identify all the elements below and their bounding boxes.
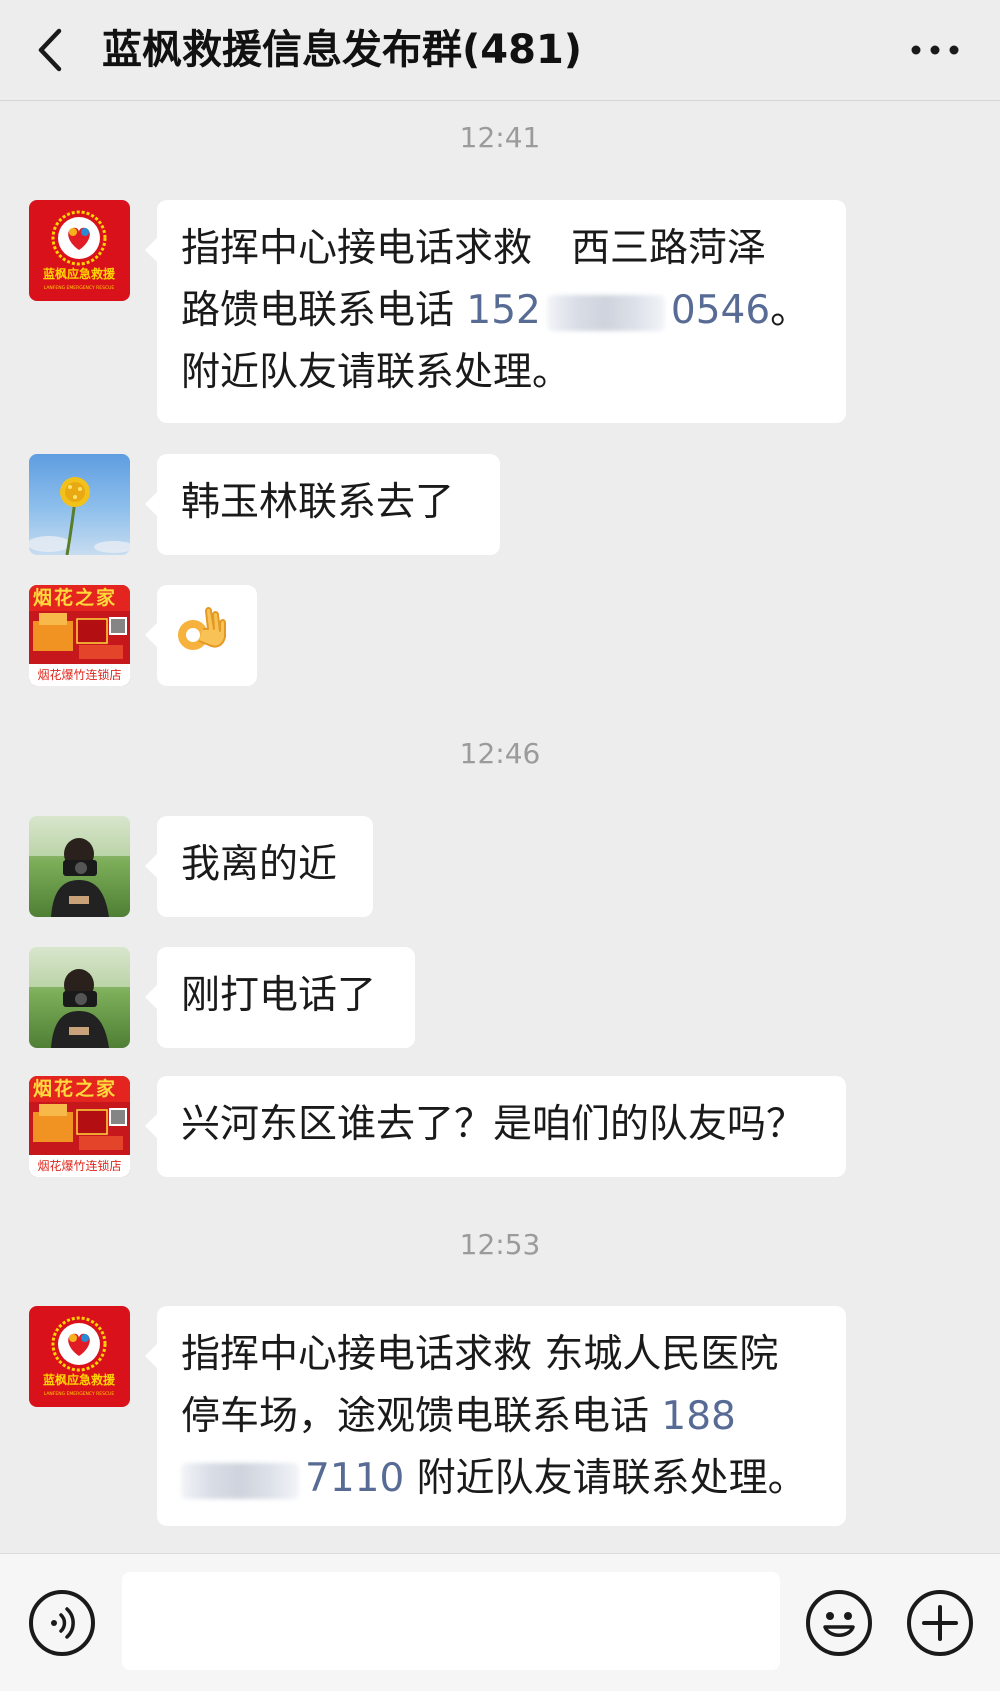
emoji-button[interactable] bbox=[806, 1590, 872, 1656]
message-text: 刚打电话了 bbox=[181, 973, 377, 1018]
timestamp: 12:41 bbox=[459, 121, 541, 154]
message-bubble[interactable]: 兴河东区谁去了？是咱们的队友吗？ bbox=[145, 1076, 846, 1177]
phone-link[interactable]: 188 bbox=[661, 1394, 735, 1439]
avatar-fireworks[interactable]: 烟花之家 烟花爆竹连锁店 bbox=[29, 1076, 130, 1177]
input-bar bbox=[0, 1553, 1000, 1691]
rescue-logo-text: 蓝枫应急救援 bbox=[43, 266, 116, 281]
rescue-logo-icon: 蓝枫应急救援 LANFENG EMERGENCY RESCUE bbox=[43, 1316, 116, 1397]
message-text: 我离的近 bbox=[181, 842, 338, 887]
message-line: 指挥中心接电话求救 西三路菏泽 bbox=[181, 226, 767, 271]
photographer-photo-icon bbox=[29, 816, 130, 917]
redacted-digits bbox=[546, 294, 665, 331]
message-bubble[interactable]: 韩玉林联系去了 bbox=[145, 454, 500, 555]
chat-title: 蓝枫救援信息发布群(481) bbox=[102, 27, 583, 73]
plus-button[interactable] bbox=[907, 1590, 973, 1656]
dandelion-photo-icon bbox=[29, 477, 130, 555]
fireworks-avatar-sub: 烟花爆竹连锁店 bbox=[29, 664, 130, 686]
message-text: 兴河东区谁去了？是咱们的队友吗？ bbox=[181, 1102, 806, 1147]
message-bubble[interactable] bbox=[145, 585, 257, 686]
more-dots-icon bbox=[911, 45, 959, 55]
voice-icon bbox=[51, 1607, 75, 1639]
avatar-photographer[interactable] bbox=[29, 816, 130, 917]
rescue-logo-icon: 蓝枫应急救援 LANFENG EMERGENCY RESCUE bbox=[43, 210, 116, 291]
message-line: 路馈电联系电话 152 0546。 bbox=[181, 288, 810, 333]
timestamp: 12:46 bbox=[459, 737, 541, 770]
message-line: 停车场，途观馈电联系电话 188 bbox=[181, 1394, 736, 1439]
more-button[interactable] bbox=[900, 20, 970, 80]
avatar-photographer[interactable] bbox=[29, 947, 130, 1048]
phone-link[interactable]: 7110 bbox=[181, 1456, 404, 1501]
fireworks-boxes-icon bbox=[33, 613, 127, 659]
photographer-photo-icon bbox=[29, 947, 130, 1048]
message-bubble[interactable]: 我离的近 bbox=[145, 816, 373, 917]
svg-text:LANFENG EMERGENCY RESCUE: LANFENG EMERGENCY RESCUE bbox=[44, 285, 115, 291]
back-button[interactable] bbox=[30, 20, 70, 80]
message-line: 指挥中心接电话求救 东城人民医院 bbox=[181, 1332, 779, 1377]
fireworks-avatar-sub: 烟花爆竹连锁店 bbox=[29, 1155, 130, 1177]
chevron-left-icon bbox=[38, 28, 62, 72]
redacted-digits bbox=[181, 1462, 299, 1499]
message-text: 韩玉林联系去了 bbox=[181, 480, 455, 525]
ok-hand-emoji-icon bbox=[178, 607, 226, 650]
message-line: 7110 附近队友请联系处理。 bbox=[181, 1448, 822, 1510]
timestamp: 12:53 bbox=[459, 1228, 541, 1261]
fireworks-boxes-icon bbox=[33, 1104, 127, 1150]
chat-header: 蓝枫救援信息发布群(481) bbox=[0, 0, 1000, 101]
avatar-dandelion[interactable] bbox=[29, 454, 130, 555]
voice-button[interactable] bbox=[29, 1590, 95, 1656]
message-bubble[interactable]: 指挥中心接电话求救 东城人民医院 停车场，途观馈电联系电话 188 7110 附… bbox=[145, 1306, 846, 1526]
fireworks-avatar-title: 烟花之家 bbox=[33, 587, 118, 609]
message-line: 附近队友请联系处理。 bbox=[181, 350, 572, 395]
emoji-icon bbox=[823, 1612, 855, 1637]
svg-text:LANFENG EMERGENCY RESCUE: LANFENG EMERGENCY RESCUE bbox=[44, 1391, 115, 1397]
plus-icon bbox=[922, 1605, 958, 1641]
avatar-rescue[interactable]: 蓝枫应急救援 LANFENG EMERGENCY RESCUE bbox=[29, 1306, 130, 1407]
message-bubble[interactable]: 刚打电话了 bbox=[145, 947, 415, 1048]
phone-link[interactable]: 152 0546 bbox=[466, 288, 770, 333]
avatar-rescue[interactable]: 蓝枫应急救援 LANFENG EMERGENCY RESCUE bbox=[29, 200, 130, 301]
fireworks-avatar-title: 烟花之家 bbox=[33, 1078, 118, 1100]
message-input[interactable] bbox=[122, 1572, 780, 1670]
avatar-fireworks[interactable]: 烟花之家 烟花爆竹连锁店 bbox=[29, 585, 130, 686]
rescue-logo-text: 蓝枫应急救援 bbox=[43, 1372, 116, 1387]
message-bubble[interactable]: 指挥中心接电话求救 西三路菏泽 路馈电联系电话 152 0546。 附近队友请联系… bbox=[145, 200, 846, 423]
